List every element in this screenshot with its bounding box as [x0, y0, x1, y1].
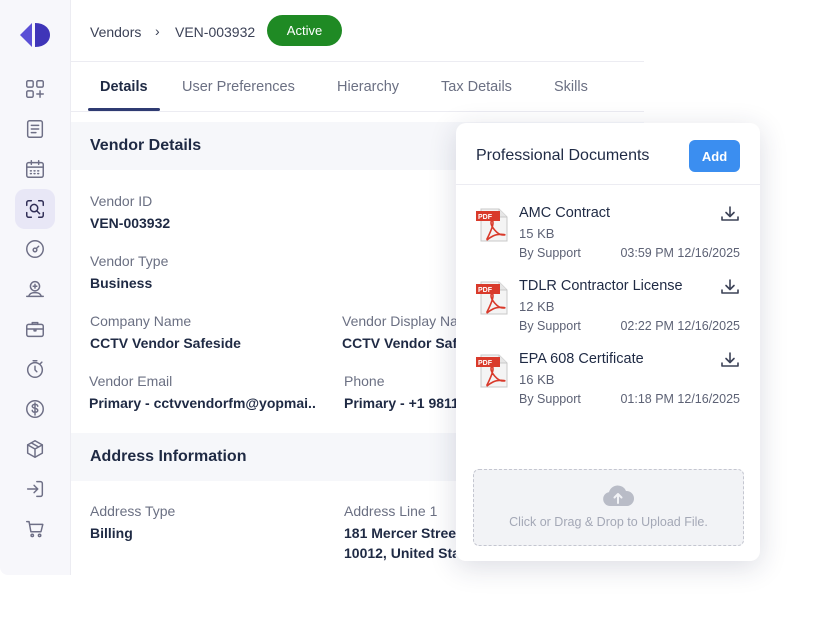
- sidebar-item-timesheets[interactable]: [15, 349, 55, 389]
- pdf-badge: PDF: [478, 360, 493, 367]
- document-uploader: By Support: [519, 319, 581, 333]
- dollar-icon: [26, 400, 44, 418]
- document-size: 16 KB: [519, 372, 555, 387]
- document-timestamp: 01:18 PM 12/16/2025: [620, 392, 740, 406]
- add-document-button[interactable]: Add: [689, 140, 740, 172]
- cart-icon: [26, 520, 44, 538]
- sidebar-item-payments[interactable]: [15, 269, 55, 309]
- vendor-scan-icon: [26, 200, 44, 218]
- address-type-label: Address Type: [90, 503, 176, 519]
- company-name-label: Company Name: [90, 313, 192, 329]
- address-line1-value: 181 Mercer Street: [344, 525, 456, 541]
- address-line1-value-cont: 10012, United States: [344, 545, 456, 561]
- professional-documents-panel: Professional Documents Add PDF AMC Contr…: [456, 123, 760, 561]
- vendor-id-label: Vendor ID: [90, 193, 153, 209]
- gauge-icon: [26, 240, 44, 258]
- document-name[interactable]: TDLR Contractor License: [519, 278, 683, 294]
- download-icon[interactable]: [720, 351, 740, 369]
- section-title: Address Information: [90, 448, 247, 465]
- money-hand-icon: [26, 280, 44, 298]
- pdf-badge: PDF: [478, 214, 493, 221]
- pdf-file-icon: PDF: [476, 208, 508, 242]
- sidebar: [0, 0, 71, 575]
- document-timestamp: 02:22 PM 12/16/2025: [620, 319, 740, 333]
- tab-skills[interactable]: Skills: [554, 79, 588, 95]
- document-uploader: By Support: [519, 246, 581, 260]
- sidebar-item-documents[interactable]: [15, 109, 55, 149]
- download-icon[interactable]: [720, 205, 740, 223]
- breadcrumb-separator: ›: [155, 23, 160, 39]
- phone-value: Primary - +1 9811: [344, 395, 456, 411]
- active-tab-indicator: [88, 108, 160, 111]
- documents-panel-title: Professional Documents: [476, 147, 650, 164]
- upload-dropzone[interactable]: Click or Drag & Drop to Upload File.: [473, 469, 744, 546]
- vendor-type-label: Vendor Type: [90, 253, 169, 269]
- box-icon: [26, 440, 44, 458]
- tab-tax-details[interactable]: Tax Details: [441, 79, 512, 95]
- phone-label: Phone: [344, 373, 385, 389]
- briefcase-icon: [26, 321, 44, 338]
- vendor-id-value: VEN-003932: [90, 215, 171, 231]
- sidebar-item-inventory[interactable]: [15, 429, 55, 469]
- document-timestamp: 03:59 PM 12/16/2025: [620, 246, 740, 260]
- tab-hierarchy[interactable]: Hierarchy: [337, 79, 399, 95]
- vendor-email-value: Primary - cctvvendorfm@yopmai..: [89, 395, 316, 411]
- page-header: Vendors › VEN-003932 Active: [71, 0, 644, 62]
- document-icon: [26, 120, 44, 138]
- display-name-value: CCTV Vendor Safeside: [342, 335, 456, 351]
- tab-user-preferences[interactable]: User Preferences: [182, 79, 295, 95]
- document-uploader: By Support: [519, 392, 581, 406]
- sidebar-item-gauge[interactable]: [15, 229, 55, 269]
- document-item[interactable]: PDF EPA 608 Certificate 16 KB By Support…: [456, 345, 760, 415]
- document-size: 15 KB: [519, 226, 555, 241]
- address-type-value: Billing: [90, 525, 133, 541]
- vendor-type-value: Business: [90, 275, 153, 291]
- document-item[interactable]: PDF TDLR Contractor License 12 KB By Sup…: [456, 272, 760, 342]
- dashboard-icon: [26, 80, 44, 98]
- company-name-value: CCTV Vendor Safeside: [90, 335, 241, 351]
- breadcrumb-current: VEN-003932: [175, 24, 256, 40]
- brand-logo[interactable]: [18, 20, 52, 50]
- pdf-file-icon: PDF: [476, 281, 508, 315]
- address-line1-label: Address Line 1: [344, 503, 438, 519]
- tab-bar: Details User Preferences Hierarchy Tax D…: [71, 62, 644, 112]
- documents-panel-header: Professional Documents Add: [456, 123, 760, 185]
- sidebar-item-checkin[interactable]: [15, 469, 55, 509]
- status-badge: Active: [267, 15, 342, 46]
- breadcrumb-vendors-link[interactable]: Vendors: [90, 24, 141, 40]
- document-name[interactable]: EPA 608 Certificate: [519, 351, 644, 367]
- sign-in-icon: [26, 480, 44, 498]
- download-icon[interactable]: [720, 278, 740, 296]
- document-size: 12 KB: [519, 299, 555, 314]
- cloud-upload-icon: [603, 485, 635, 506]
- sidebar-item-jobs[interactable]: [15, 309, 55, 349]
- document-item[interactable]: PDF AMC Contract 15 KB By Support 03:59 …: [456, 199, 760, 269]
- tab-details[interactable]: Details: [100, 79, 148, 95]
- sidebar-item-dashboard[interactable]: [15, 69, 55, 109]
- document-name[interactable]: AMC Contract: [519, 205, 610, 221]
- sidebar-item-purchasing[interactable]: [15, 509, 55, 549]
- section-title: Vendor Details: [90, 137, 202, 154]
- sidebar-item-calendar[interactable]: [15, 149, 55, 189]
- pdf-badge: PDF: [478, 287, 493, 294]
- upload-hint: Click or Drag & Drop to Upload File.: [509, 515, 708, 529]
- pdf-file-icon: PDF: [476, 354, 508, 388]
- display-name-label: Vendor Display Name: [342, 313, 456, 329]
- vendor-email-label: Vendor Email: [89, 373, 173, 389]
- sidebar-item-vendors[interactable]: [15, 189, 55, 229]
- sidebar-item-billing[interactable]: [15, 389, 55, 429]
- stopwatch-icon: [26, 360, 44, 378]
- calendar-icon: [26, 160, 44, 178]
